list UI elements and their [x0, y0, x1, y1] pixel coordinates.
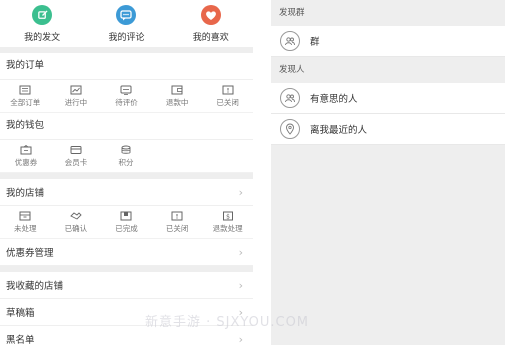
- edit-icon: [32, 5, 53, 25]
- wallet-title: 我的钱包: [0, 113, 253, 140]
- completed-label: 已完成: [115, 223, 138, 233]
- svg-text:$: $: [226, 213, 230, 220]
- shop-icon-row: 未处理 已确认 已完成 已关闭 $ 退款处理: [0, 206, 253, 239]
- nearby-people-label: 离我最近的人: [310, 125, 368, 136]
- refund-handling-button[interactable]: $ 退款处理: [206, 211, 250, 234]
- favorite-shops-row[interactable]: 我收藏的店铺 ›: [0, 272, 253, 299]
- refunding-button[interactable]: 退款中: [155, 85, 199, 108]
- refund-handling-label: 退款处理: [212, 223, 243, 233]
- coins-icon: [121, 145, 131, 154]
- coupon-manage-label: 优惠券管理: [6, 248, 54, 259]
- profile-menu-panel: 我的发文 我的评论 我的喜欢 我的订单 全部订单 进行中 待评价 退款中 已关闭…: [0, 0, 253, 345]
- nearby-people-row[interactable]: 离我最近的人: [271, 114, 505, 145]
- list-icon: [19, 85, 31, 94]
- discover-groups-header: 发现群: [271, 0, 505, 26]
- all-orders-label: 全部订单: [10, 97, 41, 107]
- chevron-right-icon: ›: [238, 185, 243, 199]
- member-card-button[interactable]: 会员卡: [54, 145, 98, 168]
- my-posts-label: 我的发文: [24, 33, 61, 43]
- closed-icon: [171, 211, 183, 220]
- unprocessed-button[interactable]: 未处理: [3, 211, 47, 234]
- groups-row[interactable]: 群: [271, 26, 505, 57]
- panel-gap: [253, 0, 271, 345]
- coupon-icon: [20, 144, 32, 154]
- drafts-label: 草稿箱: [6, 308, 35, 319]
- my-likes-label: 我的喜欢: [192, 33, 229, 43]
- orders-title: 我的订单: [0, 53, 253, 80]
- card-icon: [70, 145, 82, 154]
- my-posts-button[interactable]: 我的发文: [2, 5, 82, 43]
- points-label: 积分: [118, 157, 134, 167]
- closed-orders-label: 已关闭: [216, 97, 239, 107]
- coupon-label: 优惠券: [14, 157, 38, 167]
- confirmed-button[interactable]: 已确认: [54, 211, 98, 234]
- discover-people-header: 发现人: [271, 57, 505, 83]
- heart-icon: [200, 5, 221, 25]
- people-icon: [280, 88, 300, 108]
- discover-panel: 发现群 群 发现人 有意思的人 离我最近的人: [271, 0, 505, 345]
- interesting-people-row[interactable]: 有意思的人: [271, 83, 505, 114]
- in-progress-label: 进行中: [64, 97, 88, 107]
- review-icon: [120, 85, 132, 95]
- money-icon: $: [222, 211, 233, 220]
- chevron-right-icon: ›: [238, 305, 243, 319]
- member-card-label: 会员卡: [64, 157, 88, 167]
- blacklist-row[interactable]: 黑名单 ›: [0, 326, 253, 345]
- completed-button[interactable]: 已完成: [104, 211, 148, 234]
- location-pin-icon: [280, 119, 300, 139]
- chevron-right-icon: ›: [238, 278, 243, 292]
- trend-icon: [70, 85, 82, 94]
- in-progress-button[interactable]: 进行中: [54, 85, 98, 108]
- coupon-manage-row[interactable]: 优惠券管理 ›: [0, 239, 253, 266]
- my-comments-button[interactable]: 我的评论: [86, 5, 166, 43]
- unprocessed-label: 未处理: [14, 223, 37, 233]
- comment-icon: [116, 5, 137, 25]
- chevron-right-icon: ›: [238, 245, 243, 259]
- to-review-button[interactable]: 待评价: [104, 85, 148, 108]
- blacklist-label: 黑名单: [6, 335, 35, 345]
- box-check-icon: [120, 211, 132, 220]
- closed-orders-button[interactable]: 已关闭: [206, 85, 250, 108]
- orders-icon-row: 全部订单 进行中 待评价 退款中 已关闭: [0, 80, 253, 113]
- wallet-icon-row: 优惠券 会员卡 积分: [0, 140, 253, 173]
- quick-actions: 我的发文 我的评论 我的喜欢: [0, 0, 253, 47]
- my-shop-row[interactable]: 我的店铺 ›: [0, 179, 253, 206]
- wallet-refund-icon: [171, 85, 183, 94]
- points-button[interactable]: 积分: [104, 145, 148, 168]
- to-review-label: 待评价: [115, 97, 138, 107]
- shop-closed-button[interactable]: 已关闭: [155, 211, 199, 234]
- refunding-label: 退款中: [165, 97, 189, 107]
- shop-closed-label: 已关闭: [165, 223, 189, 233]
- coupon-button[interactable]: 优惠券: [4, 144, 48, 168]
- closed-icon: [222, 85, 234, 94]
- all-orders-button[interactable]: 全部订单: [3, 85, 47, 108]
- drafts-row[interactable]: 草稿箱 ›: [0, 299, 253, 326]
- groups-label: 群: [310, 37, 320, 48]
- group-icon: [280, 31, 300, 51]
- handshake-icon: [70, 211, 82, 220]
- confirmed-label: 已确认: [64, 223, 88, 233]
- inbox-icon: [19, 211, 31, 220]
- favorite-shops-label: 我收藏的店铺: [6, 281, 64, 292]
- interesting-people-label: 有意思的人: [310, 94, 358, 105]
- my-shop-label: 我的店铺: [6, 188, 45, 199]
- my-comments-label: 我的评论: [108, 33, 145, 43]
- chevron-right-icon: ›: [238, 332, 243, 345]
- my-likes-button[interactable]: 我的喜欢: [171, 5, 251, 43]
